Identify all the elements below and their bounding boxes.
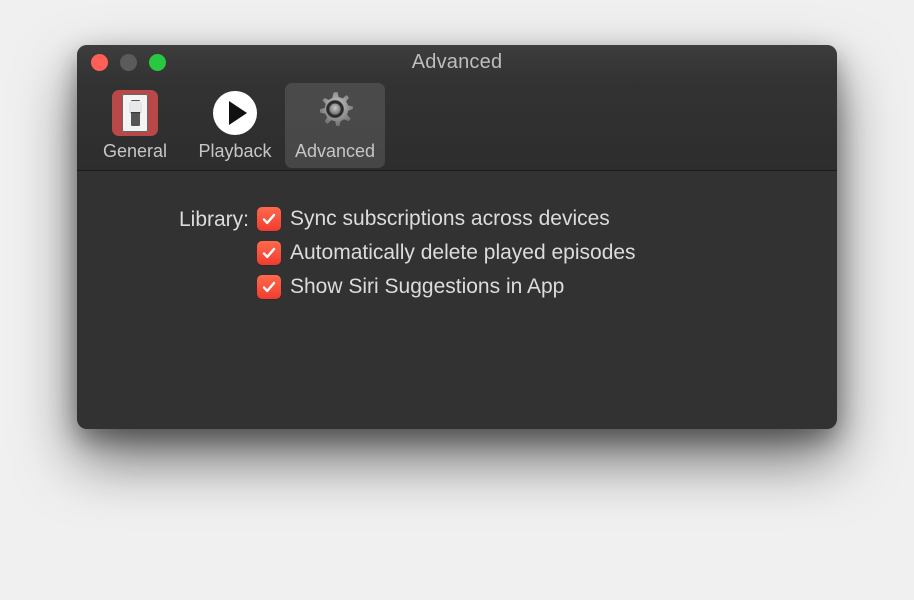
window-title: Advanced [77,51,837,74]
minimize-button[interactable] [120,54,137,71]
option-sync-subscriptions[interactable]: Sync subscriptions across devices [257,207,636,231]
traffic-lights [77,54,166,71]
option-label-sync: Sync subscriptions across devices [290,207,610,231]
checkbox-siri[interactable] [257,275,281,299]
tab-label-advanced: Advanced [295,141,375,162]
content-pane: Library: Sync subscriptions across devic… [77,171,837,429]
switch-icon [112,90,158,136]
checkmark-icon [261,211,277,227]
gear-icon [312,88,358,139]
zoom-button[interactable] [149,54,166,71]
tab-general[interactable]: General [85,83,185,168]
checkmark-icon [261,245,277,261]
titlebar: Advanced [77,45,837,79]
tab-label-playback: Playback [198,141,271,162]
play-icon [213,91,257,135]
option-siri-suggestions[interactable]: Show Siri Suggestions in App [257,275,636,299]
preferences-toolbar: General Playback [77,79,837,171]
option-autodelete[interactable]: Automatically delete played episodes [257,241,636,265]
checkmark-icon [261,279,277,295]
checkbox-sync[interactable] [257,207,281,231]
tab-advanced[interactable]: Advanced [285,83,385,168]
section-label-library: Library: [117,207,257,232]
tab-label-general: General [103,141,167,162]
option-label-siri: Show Siri Suggestions in App [290,275,564,299]
preferences-window: Advanced General Playback [77,45,837,429]
checkbox-autodelete[interactable] [257,241,281,265]
option-label-autodelete: Automatically delete played episodes [290,241,636,265]
tab-playback[interactable]: Playback [185,83,285,168]
close-button[interactable] [91,54,108,71]
